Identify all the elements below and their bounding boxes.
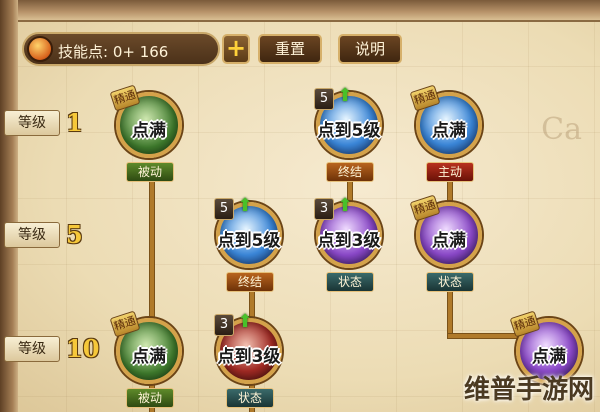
skill-type-label: 终结 — [226, 272, 274, 292]
skill-type-label: 被动 — [126, 162, 174, 182]
skill-type-label: 状态 — [226, 388, 274, 408]
skill-node[interactable]: 精通 点满 被动 — [109, 310, 190, 412]
skill-type-label: 被动 — [126, 388, 174, 408]
skill-caption: 点到3级 — [317, 231, 381, 251]
skill-node[interactable]: 5 ⬆ 点到5级 终结 — [210, 196, 290, 306]
skill-rank-badge: 5 — [214, 198, 234, 220]
upgrade-arrow-icon[interactable]: ⬆ — [236, 196, 254, 216]
skill-caption: 点到3级 — [217, 347, 281, 367]
help-button[interactable]: 说明 — [338, 34, 402, 64]
skill-node[interactable]: 3 ⬆ 点到3级 状态 — [310, 196, 390, 306]
skill-caption: 点满 — [432, 121, 466, 141]
skill-rank-badge: 3 — [214, 314, 234, 336]
skill-rank-badge: 5 — [314, 88, 334, 110]
level-row-5: 等级 5 — [4, 220, 98, 250]
skill-caption: 点满 — [532, 347, 566, 367]
level-tag: 等级 — [4, 110, 60, 136]
skill-points-label: 技能点: 0+ 166 — [58, 43, 169, 61]
skill-node[interactable]: 3 ⬆ 点到3级 状态 — [210, 312, 290, 412]
skill-caption: 点到5级 — [217, 231, 281, 251]
level-number: 1 — [66, 108, 83, 137]
add-skill-points-button[interactable]: + — [222, 34, 250, 64]
upgrade-arrow-icon[interactable]: ⬆ — [336, 86, 354, 106]
skill-points-bar: 技能点: 0+ 166 — [22, 32, 220, 66]
skill-caption: 点满 — [432, 231, 466, 251]
skill-type-label: 主动 — [426, 162, 474, 182]
skill-caption: 点满 — [132, 347, 166, 367]
skill-rank-badge: 3 — [314, 198, 334, 220]
skill-type-label: 状态 — [326, 272, 374, 292]
skill-caption: 点满 — [132, 121, 166, 141]
skill-type-label: 终结 — [326, 162, 374, 182]
skill-node[interactable]: 精通 点满 主动 — [409, 84, 490, 196]
skill-node[interactable]: 精通 点满 状态 — [409, 194, 490, 306]
background-map-text: Ca — [541, 112, 582, 147]
reset-button[interactable]: 重置 — [258, 34, 322, 64]
top-frame — [0, 0, 600, 22]
watermark: 维普手游网 — [463, 375, 594, 405]
level-row-10: 等级 10 — [4, 334, 99, 364]
coin-icon — [27, 36, 53, 62]
skill-caption: 点到5级 — [317, 121, 381, 141]
skill-node[interactable]: 5 ⬆ 点到5级 终结 — [310, 86, 390, 196]
level-tag: 等级 — [4, 222, 60, 248]
upgrade-arrow-icon[interactable]: ⬆ — [336, 196, 354, 216]
skill-tree-screen: Ca 技能点: 0+ 166 + 重置 说明 等级 1 等级 5 等级 10 精… — [0, 0, 600, 412]
level-number: 10 — [66, 334, 100, 363]
skill-node[interactable]: 精通 点满 被动 — [109, 84, 190, 196]
level-number: 5 — [66, 220, 83, 249]
upgrade-arrow-icon[interactable]: ⬆ — [236, 312, 254, 332]
level-row-1: 等级 1 — [4, 108, 98, 138]
level-tag: 等级 — [4, 336, 60, 362]
skill-type-label: 状态 — [426, 272, 474, 292]
